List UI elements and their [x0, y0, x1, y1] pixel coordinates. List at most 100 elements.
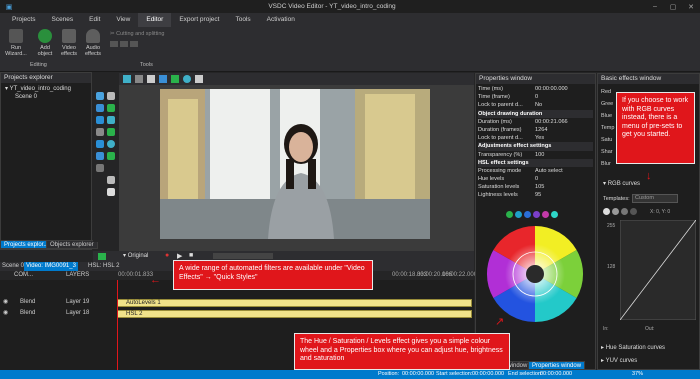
templates-select[interactable]: Custom: [632, 194, 678, 203]
clip-hsl[interactable]: HSL 2: [117, 310, 472, 318]
menu-scenes[interactable]: Scenes: [43, 13, 81, 27]
property-value[interactable]: 00:00:00.000: [535, 85, 568, 93]
play-icon[interactable]: ▶: [177, 252, 182, 260]
cutting-splitting-button[interactable]: ✂ Cutting and splitting: [110, 31, 190, 37]
rectangle-tool-icon[interactable]: [96, 152, 104, 160]
channel-green-dot[interactable]: [621, 208, 628, 215]
crop-icon[interactable]: [135, 75, 143, 83]
tab-projects-explorer[interactable]: Projects explor...: [0, 240, 53, 249]
animation-tool-icon[interactable]: [96, 164, 104, 172]
tab-video[interactable]: Video: IMG0091_3: [24, 262, 78, 271]
color-swatch[interactable]: [524, 211, 531, 218]
color-swatch[interactable]: [506, 211, 513, 218]
menu-export[interactable]: Export project: [171, 13, 227, 27]
property-value[interactable]: 0: [535, 175, 538, 183]
property-row[interactable]: Saturation levels 105: [478, 183, 593, 191]
color-swatch[interactable]: [533, 211, 540, 218]
property-value[interactable]: Auto select: [535, 167, 563, 175]
property-row[interactable]: Transparency (%) 100: [478, 151, 593, 159]
channel-red-dot[interactable]: [612, 208, 619, 215]
tool-icon[interactable]: [120, 41, 128, 47]
grid-icon[interactable]: [147, 75, 155, 83]
tab-hsl[interactable]: HSL: HSL 2: [88, 262, 119, 271]
circle-icon[interactable]: [183, 75, 191, 83]
subtitle-tool-icon[interactable]: [96, 140, 104, 148]
property-row[interactable]: Processing mode Auto select: [478, 167, 593, 175]
tab-properties-window[interactable]: Properties window: [528, 361, 586, 370]
playhead[interactable]: [117, 280, 118, 370]
sprite-tool-icon[interactable]: [107, 128, 115, 136]
property-row[interactable]: Hue levels 0: [478, 175, 593, 183]
menu-projects[interactable]: Projects: [4, 13, 43, 27]
video-effects-button[interactable]: Video effects: [58, 29, 80, 57]
pointer-icon[interactable]: [123, 75, 131, 83]
video-tool-icon[interactable]: [107, 116, 115, 124]
property-row[interactable]: Adjustments effect settings: [478, 142, 593, 151]
property-value[interactable]: 0: [535, 93, 538, 101]
maximize-icon[interactable]: ▢: [664, 3, 682, 11]
menu-view[interactable]: View: [108, 13, 138, 27]
color-wheel[interactable]: [485, 224, 585, 324]
playback-slider[interactable]: [213, 253, 273, 259]
property-row[interactable]: Duration (ms) 00:00:21.066: [478, 118, 593, 126]
add-object-button[interactable]: Add object: [34, 29, 56, 57]
hue-saturation-curves-header[interactable]: ▸ Hue Saturation curves: [601, 344, 665, 351]
blend-mode[interactable]: Blend: [20, 309, 35, 318]
tab-objects-explorer[interactable]: Objects explorer: [46, 240, 98, 249]
audio-tool-icon[interactable]: [96, 128, 104, 136]
yuv-curves-header[interactable]: ▸ YUV curves: [601, 357, 637, 364]
chart-tool-icon[interactable]: [96, 104, 104, 112]
rgb-curves-header[interactable]: ▾ RGB curves: [603, 180, 640, 187]
property-row[interactable]: Duration (frames) 1264: [478, 126, 593, 134]
property-value[interactable]: 95: [535, 191, 541, 199]
record-icon[interactable]: ●: [165, 252, 169, 259]
property-row[interactable]: Lock to parent d... No: [478, 101, 593, 109]
scene-node[interactable]: Scene 0: [5, 93, 87, 101]
effects-icon[interactable]: [98, 253, 106, 260]
channel-blue-dot[interactable]: [630, 208, 637, 215]
visibility-icon[interactable]: ◉: [3, 298, 8, 307]
tool-icon[interactable]: [110, 41, 118, 47]
property-value[interactable]: 00:00:21.066: [535, 118, 568, 126]
close-icon[interactable]: ✕: [682, 3, 700, 11]
speech-tool-icon[interactable]: [107, 176, 115, 184]
rgb-curve-graph[interactable]: [620, 220, 696, 320]
color-swatch[interactable]: [551, 211, 558, 218]
property-row[interactable]: Lightness levels 95: [478, 191, 593, 199]
menu-edit[interactable]: Edit: [81, 13, 108, 27]
menu-tools[interactable]: Tools: [227, 13, 258, 27]
stop-icon[interactable]: ■: [189, 252, 193, 259]
property-row[interactable]: Time (ms) 00:00:00.000: [478, 85, 593, 93]
ellipse-tool-icon[interactable]: [107, 140, 115, 148]
run-wizard-button[interactable]: Run Wizard...: [4, 29, 28, 57]
preview-mode-select[interactable]: ▾ Original: [123, 252, 148, 259]
pencil-tool-icon[interactable]: [107, 188, 115, 196]
project-node[interactable]: ▾ YT_video_intro_coding: [5, 85, 87, 93]
property-row[interactable]: Object drawing duration: [478, 109, 593, 118]
property-value[interactable]: 1264: [535, 126, 547, 134]
tool-icon[interactable]: [130, 41, 138, 47]
color-swatch[interactable]: [515, 211, 522, 218]
tab-scene[interactable]: Scene 0: [2, 262, 24, 271]
visibility-icon[interactable]: ◉: [3, 309, 8, 318]
property-value[interactable]: 100: [535, 151, 544, 159]
property-value[interactable]: No: [535, 101, 542, 109]
property-row[interactable]: HSL effect settings: [478, 158, 593, 167]
property-value[interactable]: Yes: [535, 134, 544, 142]
menu-editor[interactable]: Editor: [138, 13, 172, 27]
layer-icon[interactable]: [171, 75, 179, 83]
property-row[interactable]: Time (frame) 0: [478, 93, 593, 101]
property-row[interactable]: Lock to parent d... Yes: [478, 134, 593, 142]
image-tool-icon[interactable]: [96, 116, 104, 124]
channel-all-dot[interactable]: [603, 208, 610, 215]
free-shape-icon[interactable]: [107, 152, 115, 160]
property-value[interactable]: 105: [535, 183, 544, 191]
menu-activation[interactable]: Activation: [259, 13, 303, 27]
zoom-icon[interactable]: [195, 75, 203, 83]
clip-autolevels[interactable]: AutoLevels 1: [117, 299, 472, 307]
minimize-icon[interactable]: –: [646, 3, 664, 10]
snap-icon[interactable]: [159, 75, 167, 83]
blend-mode[interactable]: Blend: [20, 298, 35, 307]
audio-effects-button[interactable]: Audio effects: [82, 29, 104, 57]
shape-tool-icon[interactable]: [107, 104, 115, 112]
